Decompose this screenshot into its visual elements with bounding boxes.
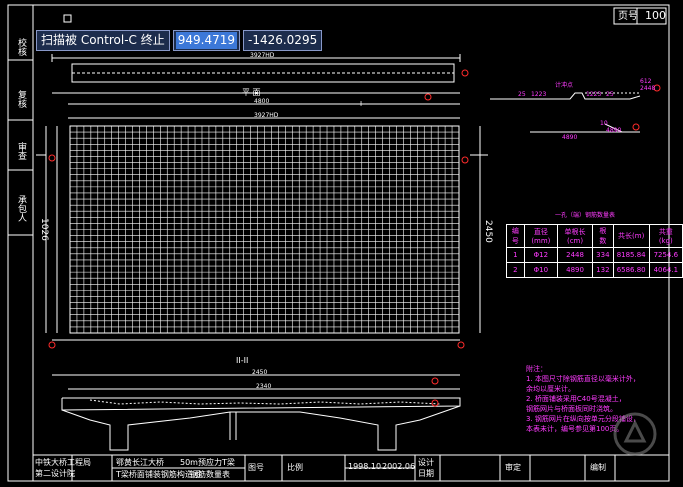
section-marker: I [360,100,363,108]
marker-circle [461,69,469,77]
coordinate-y-input[interactable]: -1426.0295 [242,30,323,51]
table-row: 2 Φ10 4890 132 6586.80 4064.1 [506,262,683,278]
table-cell: 7254.6 [648,247,683,263]
table-row: 1 Φ12 2448 334 8185.84 7254.6 [506,247,683,263]
dim-height-a: 1026 [39,218,49,241]
note-line: 余均以厘米计。 [526,385,575,393]
detail-label-2448: 2448 [640,85,656,92]
reinforcement-grid [69,125,460,334]
dim-section-mid: 2340 [256,383,272,390]
table-cell: 2448 [557,247,593,263]
tb-date-label: 日期 [418,469,434,478]
detail-label-4890a: 4890 [606,127,622,134]
strip-label-recheck: 复核 [16,90,26,108]
table-cell: 2 [506,262,525,278]
quantity-table: 编号 直径(mm) 单根长(cm) 根数 共长(m) 共重(kg) 1 Φ12 … [506,224,683,278]
tb-sheet-title: T梁桥面铺装钢筋构造图 [116,470,201,479]
command-line: 扫描被 Control-C 终止 949.4719 -1426.0295 [36,30,323,51]
left-strip-frame [7,4,34,482]
page-number-label: 页号 [618,11,638,22]
table-title: 一孔（端）钢筋数量表 [555,212,616,219]
table-cell: Φ12 [523,247,559,263]
tb-date1: 1998.10 [348,462,382,471]
strip-label-contractor: 承包人 [16,195,26,222]
small-square-icon [63,14,72,23]
detail-label-25b: 25 [606,91,614,98]
detail-label-612: 612 [640,78,652,85]
table-cell: 8185.84 [612,247,650,263]
detail-label-1223b: 1223 [586,91,602,98]
plan-title: 平 面 [242,88,261,97]
detail-label-25a: 25 [518,91,526,98]
watermark-logo-icon [613,412,657,456]
page-number-value: 100 [645,9,666,22]
note-line: 1. 本图尺寸除钢筋直径以毫米计外， [526,375,640,383]
tb-sheet-sub: 钢筋数量表 [190,470,230,479]
note-line: 2. 桥面铺装采用C40号混凝土， [526,395,626,403]
tb-approve: 审定 [505,463,521,472]
command-prompt: 扫描被 Control-C 终止 [36,30,170,51]
marker-circle [424,93,432,101]
tb-unit: 中铁大桥工程局 [35,458,91,467]
tb-date2: 2002.06 [382,462,416,471]
table-cell: 132 [592,262,614,278]
table-cell: 4064.1 [648,262,683,278]
coordinate-x-input[interactable]: 949.4719 [172,30,240,51]
tb-scale: 比例 [287,463,303,472]
table-header: 编号 [506,224,525,248]
dim-inner: 3927HD [254,112,279,119]
table-header: 单根长(cm) [557,224,593,248]
table-cell: 4890 [557,262,593,278]
tb-design: 设计 [418,458,434,467]
table-header-row: 编号 直径(mm) 单根长(cm) 根数 共长(m) 共重(kg) [506,224,683,248]
table-header: 根数 [592,224,614,248]
section-title: II-II [236,356,249,365]
section-deck [61,397,461,451]
table-cell: 334 [592,247,614,263]
tb-project: 鄂黄长江大桥 [116,458,164,467]
strip-label-review: 审查 [16,142,26,160]
detail-label-point: 计冲点 [555,82,574,89]
dim-height-b: 2450 [483,220,493,243]
notes-heading: 附注： [526,365,547,373]
tb-fig-no: 图号 [248,463,264,472]
dim-grid: 4800 [254,98,270,105]
strip-label-check: 校核 [16,38,26,56]
table-header: 直径(mm) [523,224,559,248]
detail-label-4890b: 4890 [562,134,578,141]
table-header: 共重(kg) [648,224,683,248]
table-header: 共长(m) [612,224,650,248]
detail-label-10: 10 [600,120,608,127]
table-cell: Φ10 [523,262,559,278]
tb-check: 编制 [590,463,606,472]
detail-label-1223a: 1223 [531,91,547,98]
table-cell: 6586.80 [612,262,650,278]
tb-drawing: 50m预应力T梁 [180,458,235,467]
dim-section-width: 2450 [252,369,268,376]
tb-unit2: 第二设计院 [35,469,75,478]
table-cell: 1 [506,247,525,263]
dim-top-overall: 3927HD [250,52,275,59]
coordinate-x-value: 949.4719 [175,32,237,49]
